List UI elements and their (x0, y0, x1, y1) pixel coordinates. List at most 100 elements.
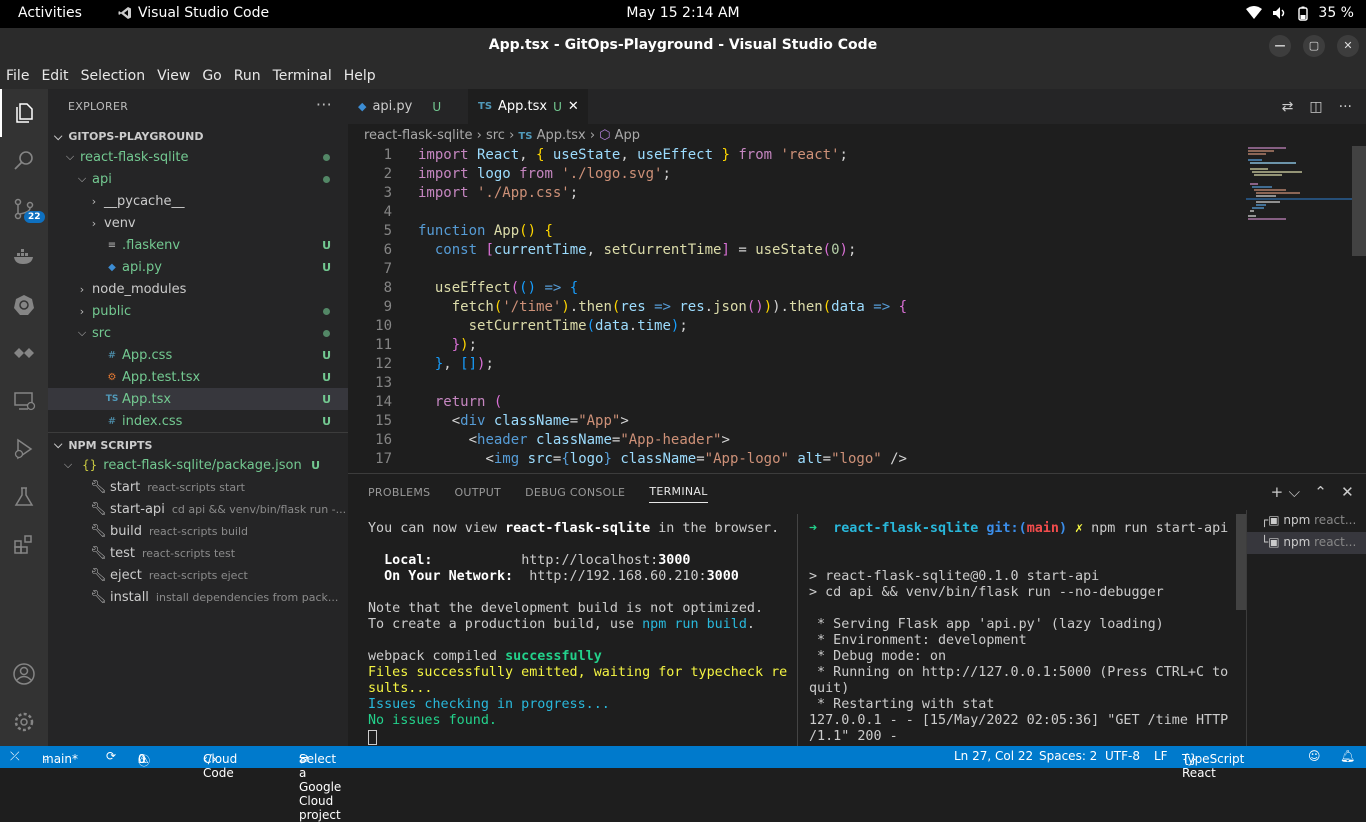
npm-script-eject[interactable]: 🔧︎ eject react-scripts eject (48, 564, 348, 586)
line-number: 13 (375, 375, 392, 391)
terminal-text: * Serving Flask app 'api.py' (lazy loadi… (809, 617, 1164, 632)
breadcrumb-item[interactable]: src (486, 128, 505, 143)
more-actions-icon[interactable]: ··· (1339, 99, 1352, 115)
terminal-line: You can now view react-flask-sqlite in t… (368, 521, 787, 537)
terminal-list-item[interactable]: ┌▣ npm react... (1247, 510, 1366, 532)
tab-output[interactable]: OUTPUT (454, 486, 501, 499)
menu-help[interactable]: Help (338, 64, 376, 89)
tab-api-py[interactable]: ◆ api.py U (348, 89, 468, 124)
npm-scripts-section-header[interactable]: ⌵ NPM SCRIPTS (48, 432, 348, 454)
testing-view-button[interactable] (0, 473, 48, 521)
minimize-button[interactable]: — (1269, 35, 1291, 57)
menu-file[interactable]: File (0, 64, 29, 89)
file-tree: ⌵ react-flask-sqlite ⌵ api › __pycache__ › venv… (48, 146, 348, 432)
minimap[interactable] (1246, 146, 1356, 226)
encoding[interactable]: UTF-8 (1105, 749, 1140, 763)
close-panel-icon[interactable]: ✕ (1341, 483, 1354, 501)
accounts-button[interactable] (0, 650, 48, 698)
tab-debug-console[interactable]: DEBUG CONSOLE (525, 486, 625, 499)
modified-dot-icon (323, 307, 330, 315)
split-editor-icon[interactable]: ◫ (1309, 99, 1322, 115)
npm-package-item[interactable]: ⌵ {} react-flask-sqlite/package.json U (48, 454, 348, 476)
breadcrumb-item[interactable]: App (615, 128, 640, 143)
kubernetes-view-button[interactable] (0, 281, 48, 329)
explorer-view-button[interactable] (0, 89, 48, 137)
menu-run[interactable]: Run (228, 64, 261, 89)
tree-item[interactable]: › public (48, 300, 348, 322)
terminal-line: 127.0.0.1 - - [15/May/2022 02:05:36] "GE… (809, 713, 1228, 729)
explorer-title: EXPLORER (68, 100, 129, 113)
search-view-button[interactable] (0, 137, 48, 185)
menu-terminal[interactable]: Terminal (267, 64, 332, 89)
code-token: currentTime (493, 242, 587, 258)
terminal-left-pane[interactable]: You can now view react-flask-sqlite in t… (368, 521, 787, 745)
tree-item[interactable]: ≡ .flaskenv U (48, 234, 348, 256)
tree-item[interactable]: # index.css U (48, 410, 348, 432)
sync-icon[interactable]: ⟳ (106, 749, 116, 763)
code-token: ) (460, 337, 469, 353)
git-status-badge: U (553, 99, 562, 114)
terminal-right-pane[interactable]: ➜ react-flask-sqlite git:(main) ✗ npm ru… (809, 521, 1228, 745)
maximize-button[interactable]: ▢ (1303, 35, 1325, 57)
npm-script-build[interactable]: 🔧︎ build react-scripts build (48, 520, 348, 542)
tab-app-tsx[interactable]: TS App.tsx U ✕ (468, 89, 588, 124)
terminal-list-item[interactable]: └▣ npm react... (1247, 532, 1366, 554)
terminal-split-divider[interactable] (797, 514, 798, 747)
npm-script-name: install (110, 589, 149, 605)
tree-item[interactable]: › __pycache__ (48, 190, 348, 212)
editor-scrollbar-thumb[interactable] (1352, 146, 1366, 256)
tab-terminal[interactable]: TERMINAL (649, 485, 708, 503)
terminal-scrollbar-thumb[interactable] (1236, 514, 1246, 610)
npm-script-start-api[interactable]: 🔧︎ start-api cd api && venv/bin/flask run … (48, 498, 348, 520)
docker-view-button[interactable] (0, 233, 48, 281)
indentation[interactable]: Spaces: 2 (1039, 749, 1097, 763)
cursor-position[interactable]: Ln 27, Col 22 (954, 749, 1033, 763)
close-tab-icon[interactable]: ✕ (568, 99, 579, 114)
terminal-text: No issues found. (368, 713, 497, 728)
breadcrumb-item[interactable]: App.tsx (537, 128, 586, 143)
end-of-line[interactable]: LF (1154, 749, 1168, 763)
menu-go[interactable]: Go (196, 64, 221, 89)
remote-explorer-view-button[interactable] (0, 377, 48, 425)
tree-item[interactable]: › venv (48, 212, 348, 234)
menu-selection[interactable]: Selection (75, 64, 146, 89)
code-editor[interactable]: 1 import React, { useState, useEffect } f… (348, 146, 1248, 469)
tree-item[interactable]: ⌵ react-flask-sqlite (48, 146, 348, 168)
tree-item[interactable]: ⚙ App.test.tsx U (48, 366, 348, 388)
code-token: , (586, 242, 604, 258)
maximize-panel-icon[interactable]: ⌃ (1314, 483, 1327, 501)
new-terminal-icon[interactable]: + ⌵ (1271, 483, 1301, 501)
cloud-code-view-button[interactable] (0, 329, 48, 377)
menu-edit[interactable]: Edit (35, 64, 68, 89)
tree-item[interactable]: ⌵ src (48, 322, 348, 344)
extensions-view-button[interactable] (0, 521, 48, 569)
explorer-more-button[interactable]: ··· (316, 95, 332, 114)
clock[interactable]: May 15 2:14 AM (0, 5, 1366, 21)
source-control-view-button[interactable]: 22 (0, 185, 48, 233)
npm-script-install[interactable]: 🔧︎ install install dependencies from pack.… (48, 586, 348, 608)
menu-view[interactable]: View (151, 64, 190, 89)
manage-button[interactable] (0, 698, 48, 746)
run-debug-view-button[interactable] (0, 425, 48, 473)
workspace-section-header[interactable]: ⌵ GITOPS-PLAYGROUND (48, 124, 348, 146)
close-window-button[interactable]: ✕ (1337, 35, 1359, 57)
notifications-icon[interactable]: 🔔︎ (1340, 749, 1355, 763)
tab-problems[interactable]: PROBLEMS (368, 486, 430, 499)
remote-icon[interactable]: ⤫ (10, 749, 20, 764)
code-line: 6 const [currentTime, setCurrentTime] = … (348, 241, 1248, 260)
tree-item[interactable]: ◆ api.py U (48, 256, 348, 278)
code-token: } (603, 451, 612, 467)
feedback-icon[interactable]: ☺ (1308, 749, 1321, 763)
tree-item[interactable]: ⌵ api (48, 168, 348, 190)
tree-item[interactable]: TS App.tsx U (48, 388, 348, 410)
code-token: className (611, 451, 697, 467)
tree-item[interactable]: › node_modules (48, 278, 348, 300)
breadcrumb-item[interactable]: react-flask-sqlite (364, 128, 472, 143)
npm-script-start[interactable]: 🔧︎ start react-scripts start (48, 476, 348, 498)
npm-script-test[interactable]: 🔧︎ test react-scripts test (48, 542, 348, 564)
open-changes-icon[interactable]: ⇄ (1282, 99, 1294, 115)
tree-item[interactable]: # App.css U (48, 344, 348, 366)
system-tray[interactable]: 35 % (1246, 5, 1354, 21)
cloud-code-icon (14, 348, 34, 358)
